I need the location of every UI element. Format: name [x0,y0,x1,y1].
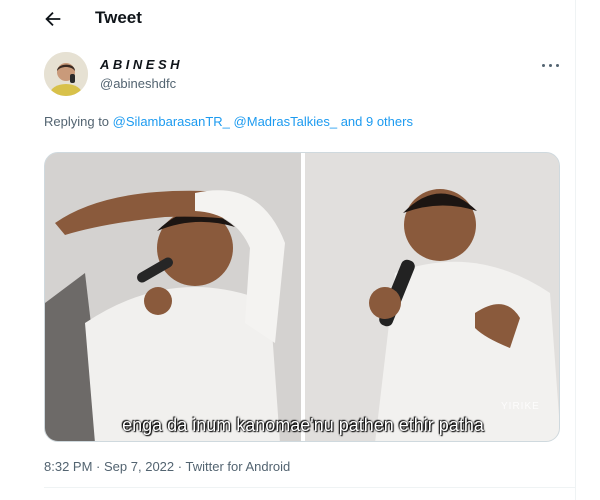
tweet-detail-page: Tweet ABINESH @abineshdfc Replying to @S… [0,0,600,500]
and-others-link[interactable]: and 9 others [341,114,413,129]
avatar-image [44,52,88,96]
user-handle[interactable]: @abineshdfc [100,76,176,91]
top-bar: Tweet [0,0,576,40]
tweet-time[interactable]: 8:32 PM [44,459,92,474]
more-horizontal-icon[interactable] [540,58,562,74]
tweet-source: Twitter for Android [185,459,291,474]
mention-link[interactable]: @SilambarasanTR_ [113,114,230,129]
page-title: Tweet [95,8,142,27]
display-name[interactable]: ABINESH [100,57,183,72]
separator: · [177,459,183,474]
arrow-left-icon[interactable] [40,8,66,30]
replying-to-label: Replying to [44,114,110,129]
tweet-meta: 8:32 PM · Sep 7, 2022 · Twitter for Andr… [44,459,290,474]
separator: · [96,459,101,474]
divider [44,487,576,488]
avatar[interactable] [44,52,88,96]
meme-image [45,153,559,441]
media-caption: enga da inum kanomae'nu pathen ethir pat… [122,415,484,435]
replying-to: Replying to @SilambarasanTR_ @MadrasTalk… [44,114,413,129]
tweet-date[interactable]: Sep 7, 2022 [104,459,174,474]
mention-link[interactable]: @MadrasTalkies_ [234,114,338,129]
media-watermark: YIRIKE [501,401,540,412]
tweet-media[interactable]: enga da inum kanomae'nu pathen ethir pat… [44,152,560,442]
